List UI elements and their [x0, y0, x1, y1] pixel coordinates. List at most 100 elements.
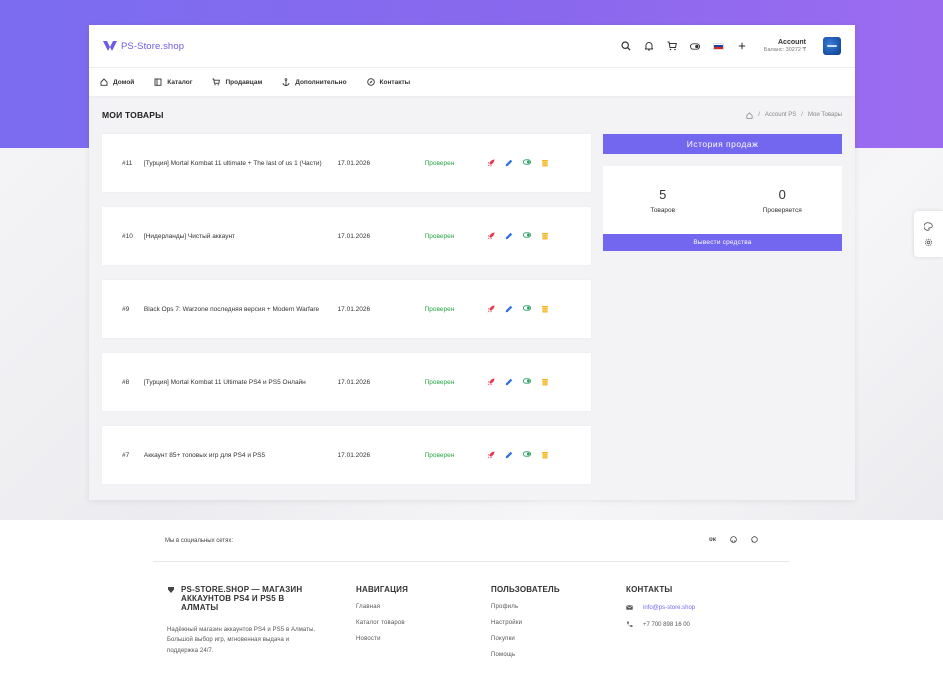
- breadcrumb-link[interactable]: Account PS: [765, 112, 796, 118]
- footer-link[interactable]: Новости: [356, 636, 408, 642]
- avatar[interactable]: [823, 37, 841, 55]
- account-info[interactable]: Account Баланс: 30272 ₸: [764, 39, 806, 53]
- stats-card: 5 Товаров 0 Проверяется: [603, 166, 842, 234]
- logo[interactable]: PS-Store.shop: [103, 41, 184, 52]
- nav-item-catalog[interactable]: Каталог: [154, 78, 192, 86]
- edit-pencil-icon[interactable]: [505, 378, 513, 386]
- product-actions: [487, 378, 549, 386]
- anchor-icon: [282, 78, 290, 86]
- footer-link[interactable]: Профиль: [491, 604, 560, 610]
- breadcrumb: / Account PS / Мои Товары: [746, 111, 842, 119]
- footer-link[interactable]: Покупки: [491, 636, 560, 642]
- product-title[interactable]: [Турция] Mortal Kombat 11 ultimate + The…: [144, 160, 326, 167]
- floating-panel: [914, 211, 943, 257]
- logo-icon: [103, 41, 117, 51]
- product-id: #7: [122, 451, 130, 459]
- nav-item-contacts[interactable]: Контакты: [366, 78, 410, 86]
- gear-icon[interactable]: [924, 238, 933, 247]
- footer-link[interactable]: Главная: [356, 604, 408, 610]
- product-title[interactable]: Аккаунт 85+ топовых игр для PS4 и PS5: [144, 452, 326, 459]
- edit-pencil-icon[interactable]: [505, 159, 513, 167]
- stat-checking: 0 Проверяется: [723, 187, 843, 214]
- cart-icon[interactable]: [667, 41, 677, 51]
- bell-icon[interactable]: [644, 41, 654, 51]
- nav-item-sellers[interactable]: Продавцам: [212, 78, 262, 86]
- main-container: PS-Store.shop Account Баланс: 30272 ₸ До…: [89, 25, 855, 500]
- plus-icon[interactable]: [737, 41, 747, 51]
- product-title[interactable]: [Турция] Mortal Kombat 11 Ultimate PS4 и…: [144, 379, 326, 386]
- home-icon[interactable]: [746, 111, 753, 119]
- palette-icon[interactable]: [924, 221, 933, 231]
- footer-contacts-title: КОНТАКТЫ: [626, 585, 673, 594]
- product-title[interactable]: Black Ops 7: Warzone последняя версия + …: [144, 306, 326, 313]
- boost-rocket-icon[interactable]: [487, 378, 495, 386]
- product-row: #11 [Турция] Mortal Kombat 11 ultimate +…: [102, 134, 591, 192]
- language-flag-ru-icon[interactable]: [712, 42, 724, 50]
- search-icon[interactable]: [621, 41, 631, 51]
- product-id: #10: [122, 232, 133, 240]
- delete-trash-icon[interactable]: [541, 378, 549, 386]
- whatsapp-icon[interactable]: [751, 536, 758, 545]
- withdraw-button[interactable]: Вывести средства: [603, 234, 842, 251]
- boost-rocket-icon[interactable]: [487, 305, 495, 313]
- footer-contacts: КОНТАКТЫ info@ps-store.shop +7 700 898 1…: [626, 585, 695, 628]
- product-date: 17.01.2026: [337, 305, 371, 313]
- logo-text: PS-Store.shop: [121, 40, 185, 52]
- delete-trash-icon[interactable]: [541, 232, 549, 240]
- product-title[interactable]: [Нидерланды] Чистый аккаунт: [144, 233, 326, 240]
- about-text: Надёжный магазин аккаунтов PS4 и PS5 в А…: [167, 626, 316, 655]
- github-icon[interactable]: [730, 536, 737, 545]
- phone-icon: [627, 621, 633, 628]
- main-nav: Домой Каталог Продавцам Дополнительно Ко…: [89, 68, 855, 96]
- footer-user: ПОЛЬЗОВАТЕЛЬ Профиль Настройки Покупки П…: [491, 585, 560, 658]
- product-date: 17.01.2026: [337, 159, 371, 167]
- compass-icon: [366, 78, 375, 86]
- stat-label: Товаров: [650, 206, 676, 214]
- nav-item-extra[interactable]: Дополнительно: [282, 78, 347, 86]
- account-name: Account: [778, 39, 806, 47]
- visibility-toggle-icon[interactable]: [523, 378, 532, 386]
- account-balance: Баланс: 30272 ₸: [763, 46, 806, 53]
- visibility-toggle-icon[interactable]: [523, 232, 532, 240]
- edit-pencil-icon[interactable]: [505, 305, 513, 313]
- status-badge: Проверен: [424, 305, 455, 313]
- social-label: Мы в социальных сетях:: [165, 537, 234, 544]
- footer-user-title: ПОЛЬЗОВАТЕЛЬ: [491, 585, 560, 594]
- footer-link[interactable]: Настройки: [491, 620, 560, 626]
- footer-nav-title: НАВИГАЦИЯ: [356, 585, 409, 594]
- product-row: #10 [Нидерланды] Чистый аккаунт 17.01.20…: [102, 207, 591, 265]
- social-row: Мы в социальных сетях: ʋк: [153, 520, 790, 562]
- product-id: #11: [122, 159, 133, 167]
- boost-rocket-icon[interactable]: [487, 159, 495, 167]
- contact-email[interactable]: info@ps-store.shop: [643, 605, 695, 611]
- delete-trash-icon[interactable]: [541, 451, 549, 459]
- cart-icon: [212, 78, 221, 86]
- footer-link[interactable]: Каталог товаров: [356, 620, 408, 626]
- visibility-toggle-icon[interactable]: [523, 451, 532, 459]
- product-list: #11 [Турция] Mortal Kombat 11 ultimate +…: [102, 134, 591, 484]
- nav-item-home[interactable]: Домой: [100, 78, 134, 86]
- visibility-toggle-icon[interactable]: [523, 159, 532, 167]
- edit-pencil-icon[interactable]: [505, 232, 513, 240]
- contact-phone[interactable]: +7 700 898 16 00: [643, 622, 690, 628]
- theme-toggle-icon[interactable]: [689, 41, 700, 51]
- footer-about: PS-STORE.SHOP — МАГАЗИН АККАУНТОВ PS4 И …: [167, 585, 321, 657]
- stat-value: 0: [778, 186, 786, 202]
- home-icon: [100, 78, 108, 86]
- vk-icon[interactable]: ʋк: [709, 536, 716, 545]
- visibility-toggle-icon[interactable]: [523, 305, 532, 313]
- boost-rocket-icon[interactable]: [487, 451, 495, 459]
- delete-trash-icon[interactable]: [541, 159, 549, 167]
- product-row: #7 Аккаунт 85+ топовых игр для PS4 и PS5…: [102, 426, 591, 484]
- edit-pencil-icon[interactable]: [505, 451, 513, 459]
- social-icons: ʋк: [709, 536, 758, 545]
- boost-rocket-icon[interactable]: [487, 232, 495, 240]
- product-date: 17.01.2026: [337, 378, 371, 386]
- footer-link[interactable]: Помощь: [491, 652, 560, 658]
- sales-history-button[interactable]: История продаж: [603, 134, 842, 154]
- product-actions: [487, 305, 549, 313]
- page-title: МОИ ТОВАРЫ: [102, 110, 164, 120]
- product-row: #9 Black Ops 7: Warzone последняя версия…: [102, 280, 591, 338]
- product-actions: [487, 232, 549, 240]
- delete-trash-icon[interactable]: [541, 305, 549, 313]
